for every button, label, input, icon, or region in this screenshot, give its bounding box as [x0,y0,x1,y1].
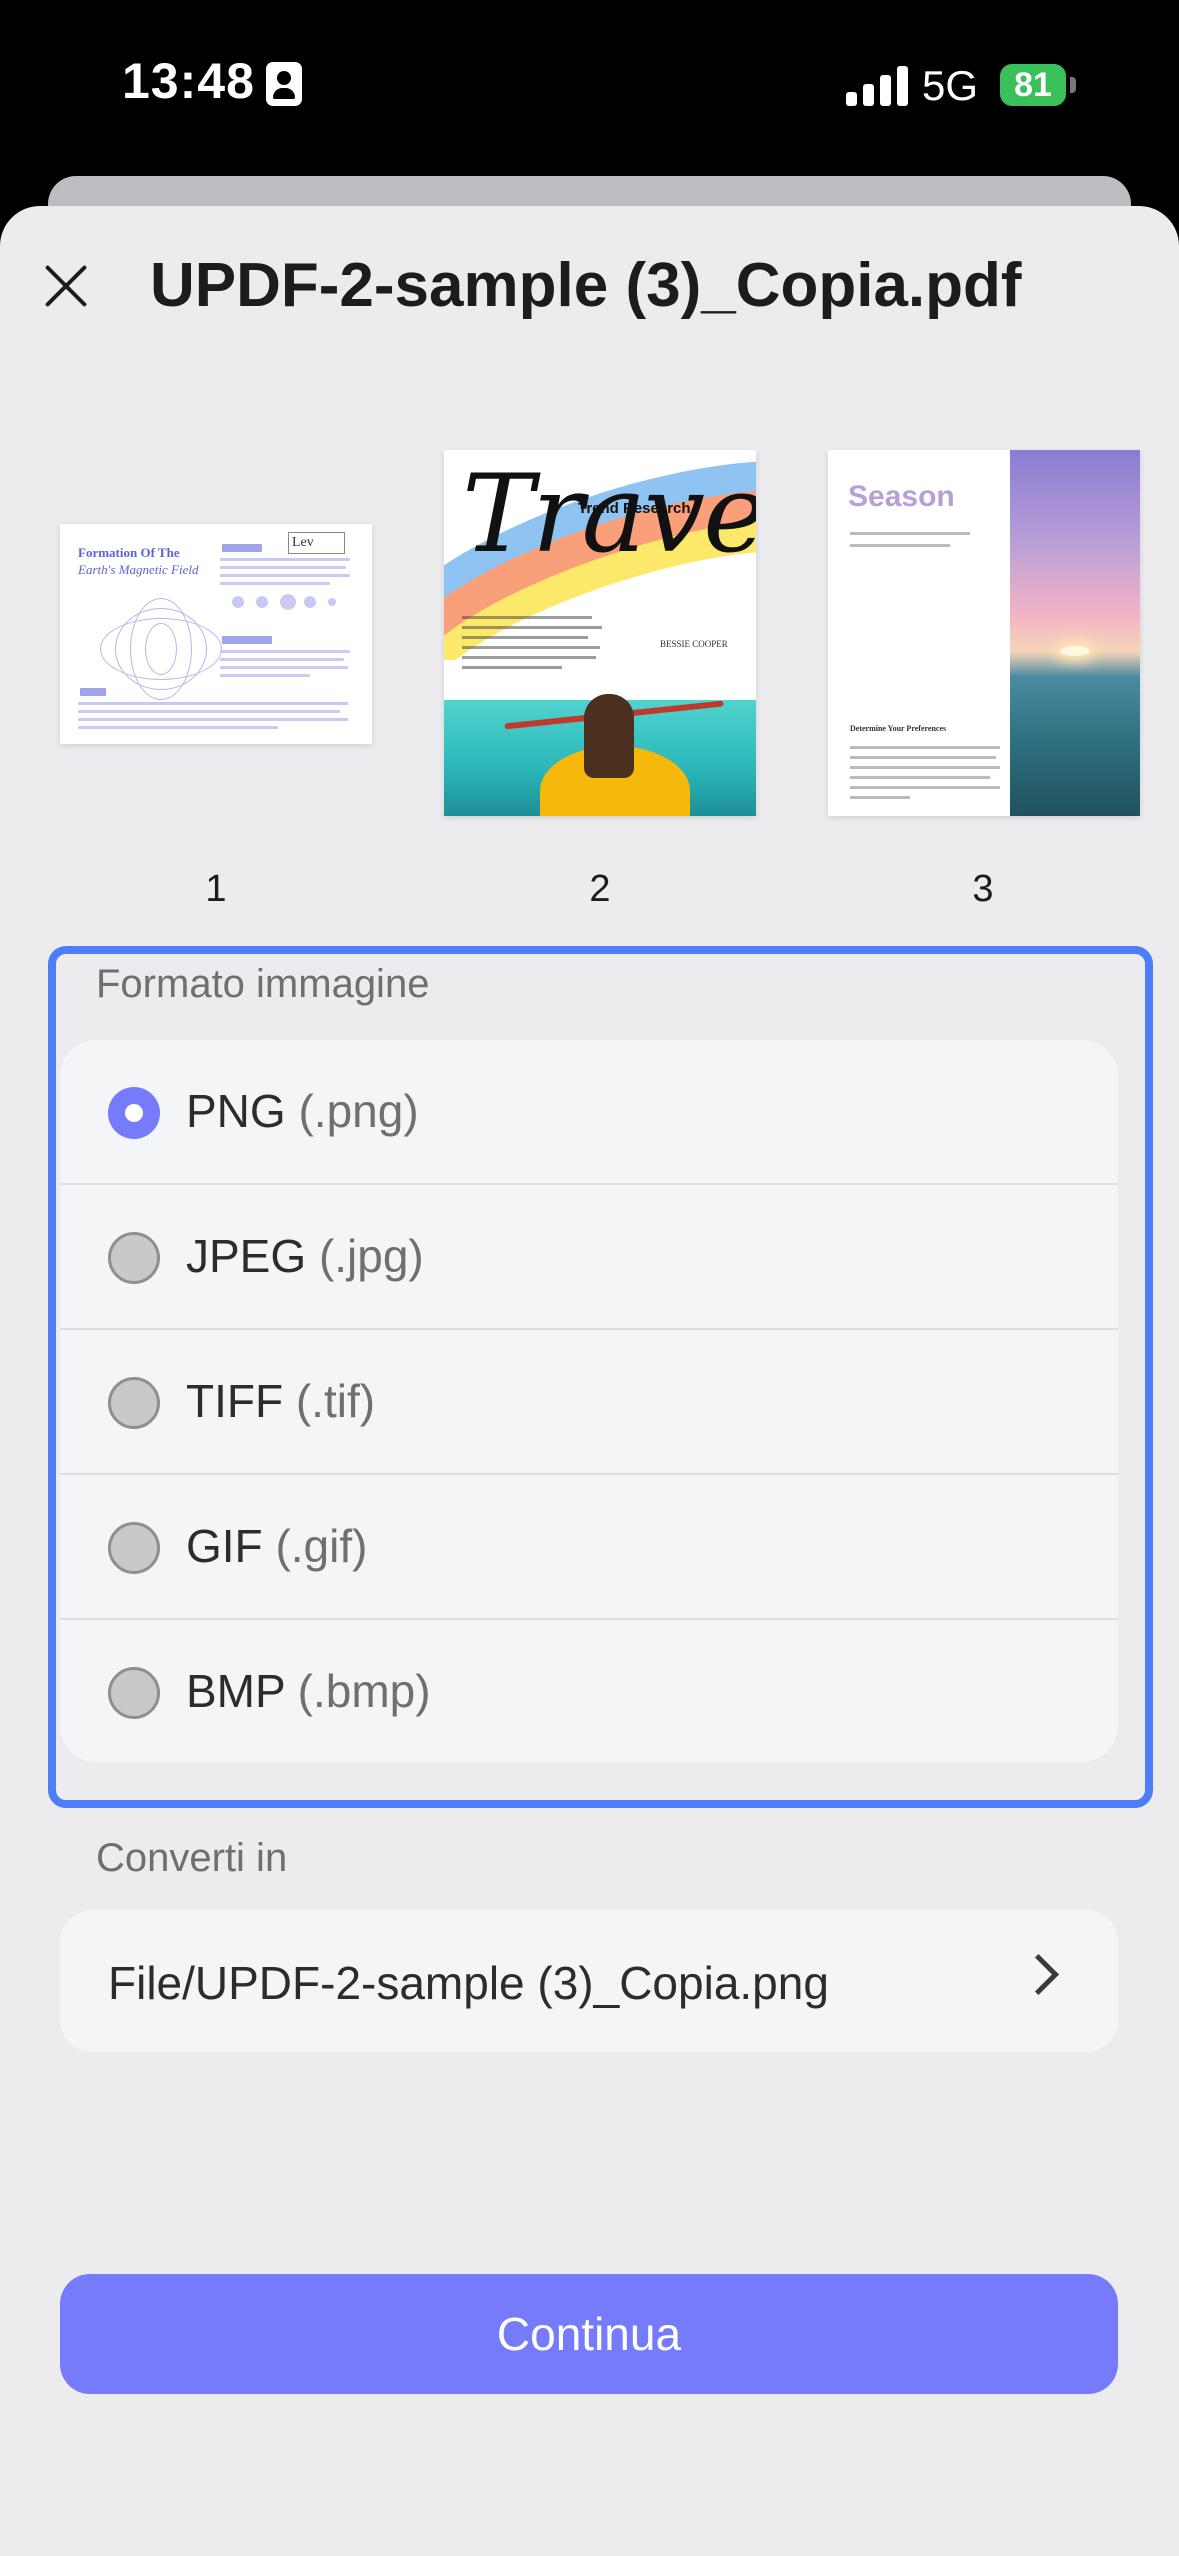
page-thumbnail-2[interactable]: Travel Trend Research BESSIE COOPER [444,450,756,816]
format-name: BMP [186,1665,285,1717]
network-type: 5G [922,62,979,109]
thumbnail-tag-2 [222,636,272,644]
contact-card-icon [266,62,302,106]
thumbnail-subheading-text: Earth's Magnetic Field [78,562,199,577]
format-option-png[interactable]: PNG (.png) [60,1040,1118,1185]
radio-icon[interactable] [108,1522,160,1574]
thumbnail-subtitle: Trend Research [578,500,691,517]
close-icon[interactable] [42,262,90,310]
format-options-list: PNG (.png) JPEG (.jpg) TIFF (.tif) GIF (… [60,1040,1118,1762]
page-thumbnail-3[interactable]: Season Determine Your Preferences [828,450,1140,816]
format-ext: (.png) [298,1085,419,1137]
magnetic-field-illustration [100,588,222,708]
format-ext: (.gif) [275,1520,368,1572]
sunset-photo [1010,450,1140,816]
format-ext: (.bmp) [297,1665,431,1717]
page-number-3: 3 [972,868,994,910]
sun-shape [1060,646,1090,656]
battery-level: 81 [1014,65,1052,104]
cellular-signal-icon [846,64,908,106]
convert-to-label: Converti in [96,1836,288,1880]
format-option-tiff[interactable]: TIFF (.tif) [60,1330,1118,1475]
thumbnail-tag-3 [80,688,106,696]
format-option-bmp[interactable]: BMP (.bmp) [60,1620,1118,1762]
status-bar: 13:48 5G 81 [0,0,1179,170]
format-ext: (.jpg) [318,1230,424,1282]
thumbnail-title: Season [848,480,955,513]
thumbnail-tag [222,544,262,552]
radio-icon[interactable] [108,1232,160,1284]
format-name: PNG [186,1085,286,1137]
clock: 13:48 [122,53,255,109]
radio-icon[interactable] [108,1377,160,1429]
thumbnail-heading: Determine Your Preferences [850,724,947,733]
radio-icon[interactable] [108,1667,160,1719]
thumbnail-author: BESSIE COOPER [660,639,728,649]
thumbnail-heading: Formation Of The Earth's Magnetic Field [78,544,198,578]
page-number-1: 1 [205,868,227,910]
format-ext: (.tif) [295,1375,376,1427]
format-name: TIFF [186,1375,284,1427]
output-path: File/UPDF-2-sample (3)_Copia.png [108,1957,829,2009]
thumbnail-heading-text: Formation Of The [78,545,180,560]
chevron-right-icon [1017,1953,1060,1996]
format-section-label: Formato immagine [96,962,430,1006]
page-thumbnail-1[interactable]: Formation Of The Earth's Magnetic Field … [60,524,372,744]
battery-cap [1070,77,1076,93]
format-option-gif[interactable]: GIF (.gif) [60,1475,1118,1620]
continue-button[interactable]: Continua [60,2274,1118,2394]
page-title: UPDF-2-sample (3)_Copia.pdf [150,251,1022,320]
format-name: GIF [186,1520,263,1572]
thumbnail-logo: Lev [288,532,345,554]
battery-icon: 81 [1000,64,1066,106]
radio-selected-icon[interactable] [108,1087,160,1139]
page-number-2: 2 [589,868,611,910]
format-name: JPEG [186,1230,307,1282]
output-path-row[interactable]: File/UPDF-2-sample (3)_Copia.png [60,1910,1118,2052]
format-option-jpeg[interactable]: JPEG (.jpg) [60,1185,1118,1330]
person-shape [584,694,634,778]
